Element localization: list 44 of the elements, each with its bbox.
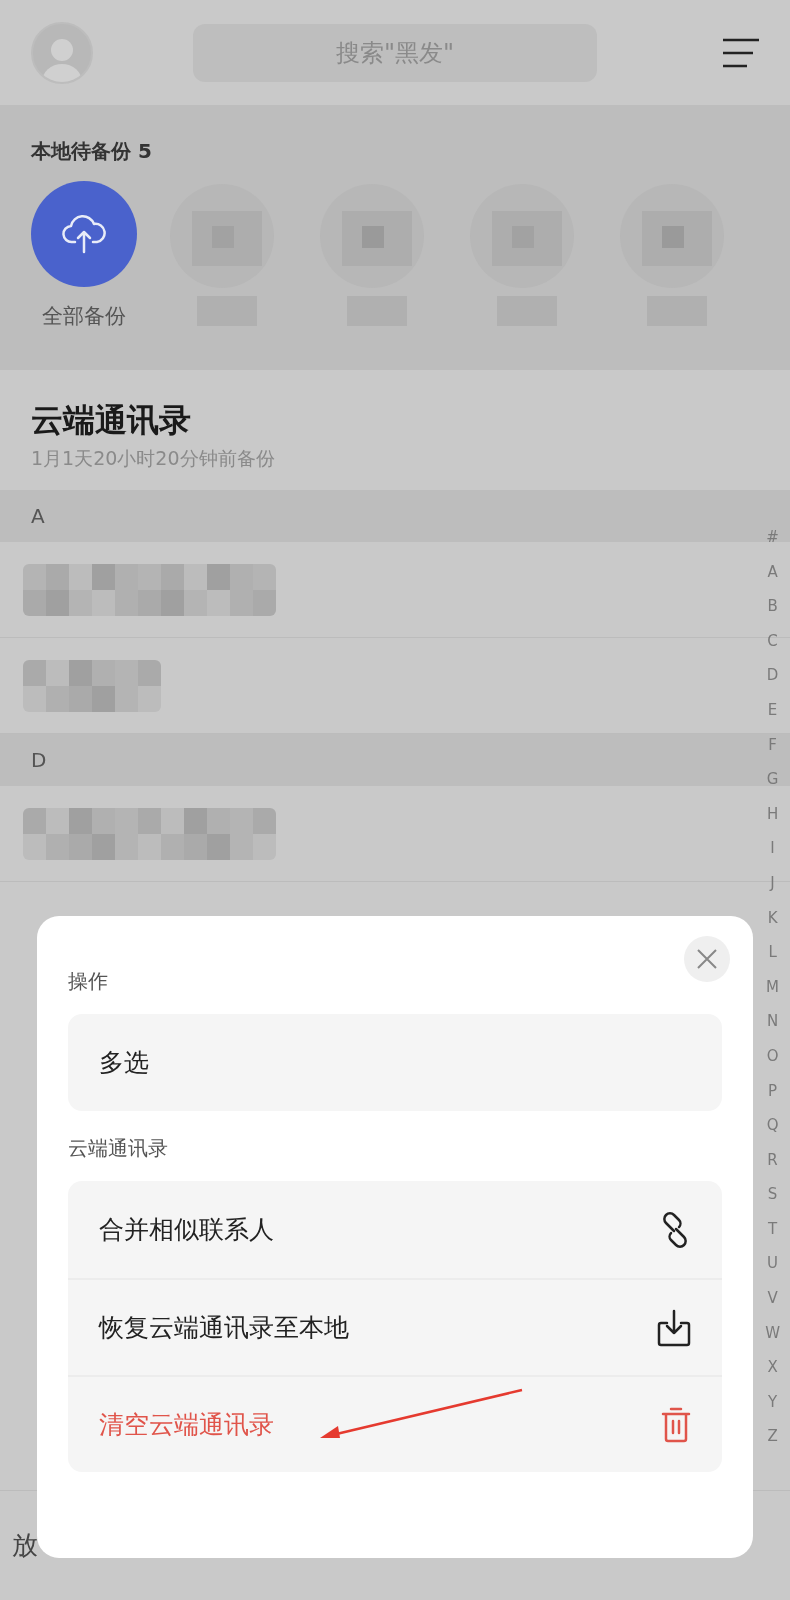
- index-letter[interactable]: #: [766, 520, 779, 555]
- index-letter[interactable]: R: [767, 1142, 778, 1178]
- index-letter[interactable]: B: [767, 589, 778, 624]
- menu-icon[interactable]: [723, 37, 759, 68]
- menu-item[interactable]: 合并相似联系人: [68, 1181, 722, 1278]
- page-title: 云端通讯录: [31, 400, 192, 440]
- download-icon: [657, 1308, 691, 1347]
- index-letter[interactable]: K: [767, 900, 778, 936]
- menu-item[interactable]: 多选: [68, 1014, 722, 1111]
- index-letter[interactable]: L: [768, 935, 777, 970]
- close-button[interactable]: [684, 936, 730, 982]
- index-letter[interactable]: G: [766, 762, 779, 797]
- index-letter[interactable]: M: [766, 969, 780, 1005]
- index-letter[interactable]: N: [766, 1004, 779, 1039]
- index-letter[interactable]: D: [766, 658, 779, 693]
- index-letter[interactable]: U: [767, 1246, 779, 1282]
- cloud-upload-icon: [62, 214, 106, 254]
- section-title: 本地待备份 5: [31, 141, 153, 161]
- index-letter[interactable]: H: [766, 796, 779, 832]
- index-letter[interactable]: I: [770, 831, 775, 866]
- index-letter[interactable]: T: [768, 1211, 778, 1247]
- index-letter[interactable]: S: [767, 1177, 778, 1212]
- menu-item[interactable]: 清空云端通讯录: [68, 1375, 722, 1472]
- index-letter[interactable]: P: [768, 1073, 778, 1109]
- index-letter[interactable]: A: [767, 554, 778, 590]
- close-icon: [697, 949, 717, 969]
- index-letter[interactable]: E: [767, 692, 778, 728]
- group-label: 云端通讯录: [68, 1135, 169, 1162]
- backup-label: 全部备份: [42, 303, 126, 330]
- index-letter[interactable]: Y: [768, 1384, 778, 1420]
- index-letter[interactable]: C: [767, 623, 778, 659]
- index-letter[interactable]: X: [767, 1350, 778, 1385]
- index-letter[interactable]: Q: [766, 1108, 779, 1143]
- group-label: 操作: [68, 968, 109, 995]
- index-letter[interactable]: F: [768, 727, 777, 763]
- trash-icon: [661, 1406, 691, 1443]
- index-letter[interactable]: J: [770, 865, 775, 901]
- menu-item[interactable]: 恢复云端通讯录至本地: [68, 1278, 722, 1375]
- index-letter[interactable]: O: [766, 1038, 779, 1074]
- bottom-label: 放: [12, 1529, 38, 1562]
- index-letter[interactable]: W: [765, 1315, 780, 1351]
- backup-time: 1月1天20小时20分钟前备份: [31, 446, 276, 471]
- index-letter[interactable]: V: [767, 1281, 778, 1316]
- index-letter[interactable]: Z: [767, 1419, 778, 1455]
